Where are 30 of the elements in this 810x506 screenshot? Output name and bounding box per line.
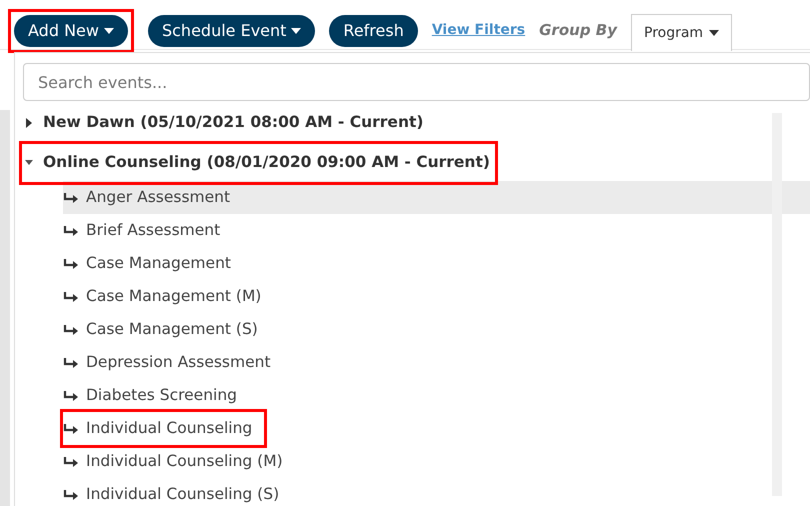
toolbar-button[interactable]: Schedule Event [148,14,316,46]
caret-right-icon [25,118,33,128]
tree-item[interactable]: Anger Assessment [63,181,810,214]
return-arrow-icon [63,290,79,302]
return-arrow-icon [63,488,79,500]
tree-item[interactable]: Individual Counseling (S) [63,478,810,506]
return-arrow-icon [63,192,79,204]
tree-item[interactable]: Individual Counseling (M) [63,445,810,478]
tree-item[interactable]: Diabetes Screening [63,379,810,412]
return-arrow-icon [63,258,79,270]
return-arrow-icon [63,224,79,236]
toolbar-button[interactable]: Refresh [329,14,418,46]
tree-item[interactable]: Individual Counseling [63,412,264,445]
group-by-dropdown[interactable]: Program [631,14,732,51]
tree-item[interactable]: Brief Assessment [63,214,810,247]
return-arrow-icon [63,390,79,402]
return-arrow-icon [63,456,79,468]
tree-item[interactable]: Depression Assessment [63,346,810,379]
group-by-label: Group By [539,20,617,42]
tree-group[interactable]: Online Counseling (08/01/2020 09:00 AM - Current) [23,145,494,181]
return-arrow-icon [63,324,79,336]
tree-item[interactable]: Case Management (S) [63,313,810,346]
return-arrow-icon [63,356,79,368]
return-arrow-icon [63,422,79,434]
caret-icon [709,30,720,36]
search-field[interactable]: Search events... [23,63,810,101]
tree-group[interactable]: New Dawn (05/10/2021 08:00 AM - Current) [23,105,424,141]
toolbar-button[interactable]: Add New [14,14,128,46]
tree-item[interactable]: Case Management [63,247,810,280]
tree-item[interactable]: Case Management (M) [63,280,810,313]
